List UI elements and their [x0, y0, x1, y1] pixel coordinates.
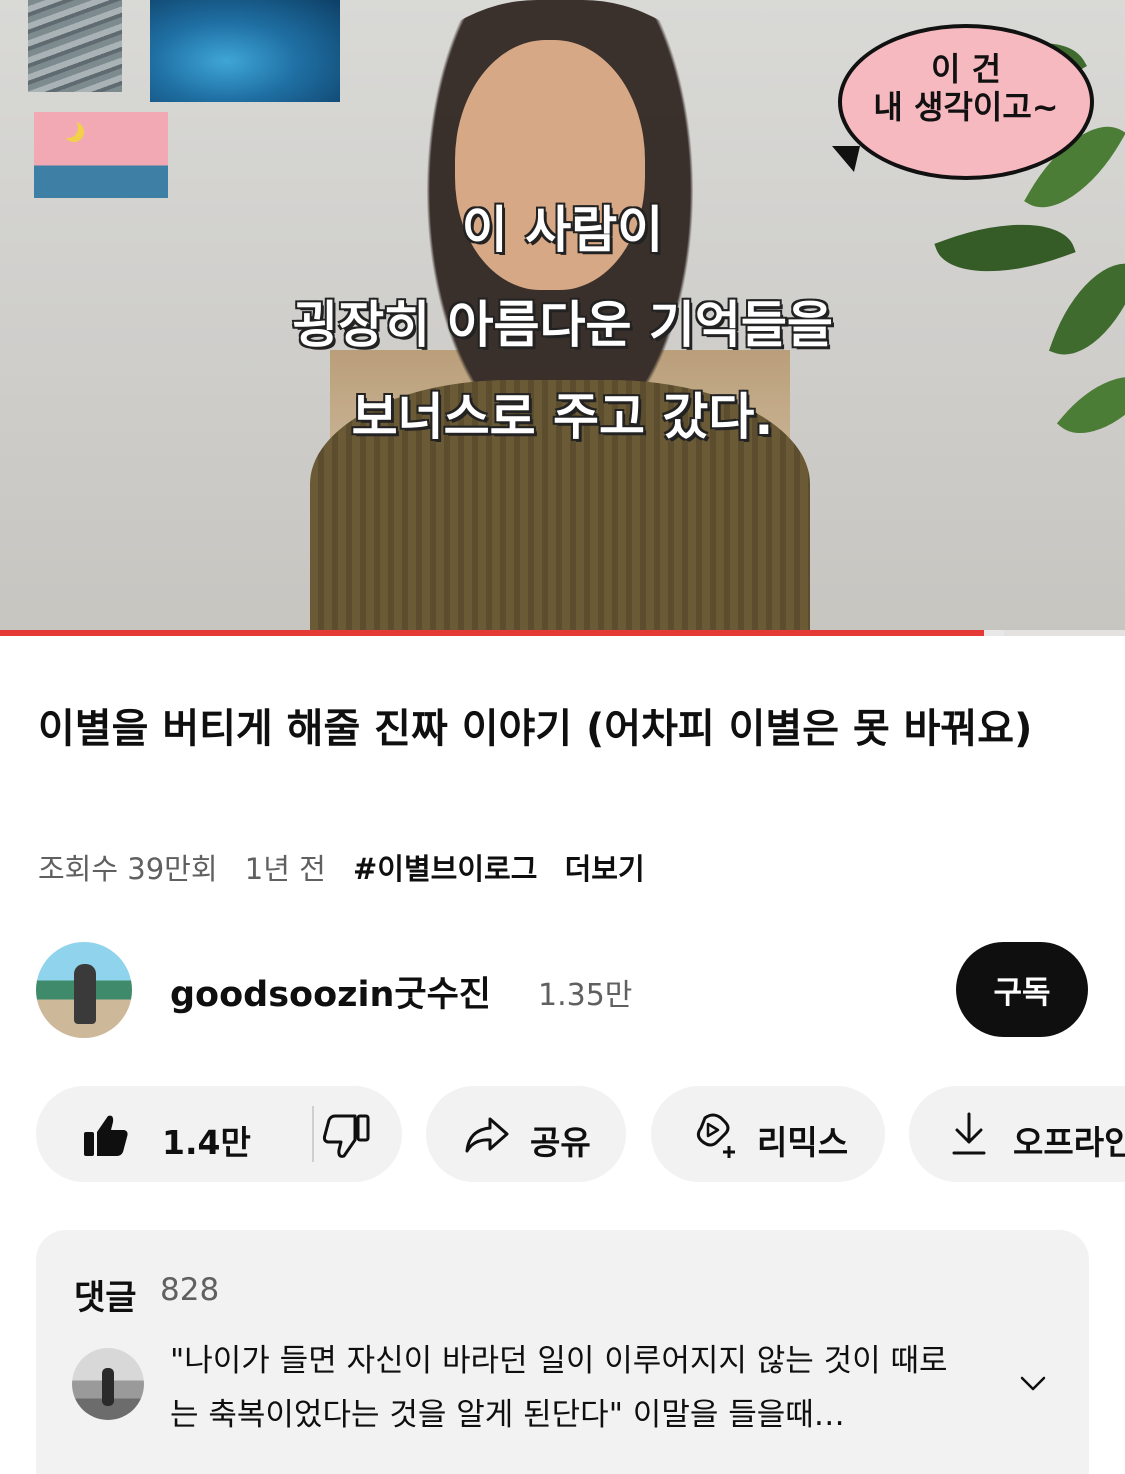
wall-poster-sea [150, 0, 340, 102]
download-label: 오프라인 [1013, 1123, 1125, 1162]
channel-name[interactable]: goodsoozin굿수진 [170, 966, 491, 1017]
thumbs-down-icon [322, 1114, 370, 1158]
dislike-button[interactable] [314, 1086, 402, 1182]
comments-count: 828 [160, 1272, 220, 1308]
like-button[interactable]: 1.4만 [36, 1086, 312, 1182]
comments-title: 댓글 [74, 1278, 137, 1318]
video-meta[interactable]: 조회수 39만회 1년 전 #이별브이로그 더보기 [38, 846, 663, 888]
remix-icon [696, 1113, 735, 1158]
video-caption-line: 보너스로 주고 갔다. [351, 388, 774, 446]
view-count: 조회수 39만회 [38, 852, 218, 886]
progress-played [0, 630, 984, 636]
speech-bubble: 이 건 내 생각이고~ [838, 24, 1094, 180]
like-count: 1.4만 [162, 1123, 251, 1162]
top-comment-text: "나이가 들면 자신이 바라던 일이 이루어지지 않는 것이 때로는 축복이었다… [170, 1343, 948, 1433]
download-button[interactable]: 오프라인 [909, 1086, 1125, 1182]
share-icon [465, 1117, 509, 1153]
commenter-avatar [72, 1348, 144, 1420]
wall-poster-grey [28, 0, 122, 92]
share-label: 공유 [530, 1123, 591, 1162]
speech-bubble-line: 이 건 [930, 50, 1002, 88]
progress-bar[interactable] [0, 630, 1125, 636]
subscribe-button[interactable]: 구독 [956, 942, 1088, 1037]
speech-bubble-line: 내 생각이고~ [873, 88, 1059, 127]
video-caption-line: 굉장히 아름다운 기억들을 [292, 296, 833, 354]
video-player[interactable]: 이 건 내 생각이고~ 이 사람이 굉장히 아름다운 기억들을 보너스로 주고 … [0, 0, 1125, 636]
chevron-down-icon[interactable] [1020, 1376, 1046, 1392]
download-icon [952, 1112, 986, 1155]
upload-age: 1년 전 [244, 852, 326, 886]
thumbs-up-icon [84, 1115, 128, 1156]
channel-avatar[interactable] [36, 942, 132, 1038]
speech-bubble-tail [832, 146, 860, 172]
video-title: 이별을 버티게 해줄 진짜 이야기 (어차피 이별은 못 바꿔요) [38, 706, 1033, 752]
remix-button[interactable]: 리믹스 [651, 1086, 885, 1182]
hashtag-link[interactable]: #이별브이로그 [353, 852, 537, 886]
wall-poster-pink [34, 112, 168, 198]
moon-shape [58, 118, 78, 138]
avatar-figure [102, 1368, 114, 1406]
share-button[interactable]: 공유 [426, 1086, 626, 1182]
progress-buffer [984, 630, 1004, 636]
like-dislike-pill: 1.4만 [36, 1086, 402, 1182]
subscriber-count: 1.35만 [538, 978, 633, 1013]
comments-teaser[interactable]: 댓글 828 "나이가 들면 자신이 바라던 일이 이루어지지 않는 것이 때로… [36, 1230, 1089, 1474]
more-link[interactable]: 더보기 [565, 852, 645, 886]
avatar-figure [74, 964, 96, 1024]
video-caption-line: 이 사람이 [461, 201, 664, 259]
remix-label: 리믹스 [757, 1123, 849, 1162]
